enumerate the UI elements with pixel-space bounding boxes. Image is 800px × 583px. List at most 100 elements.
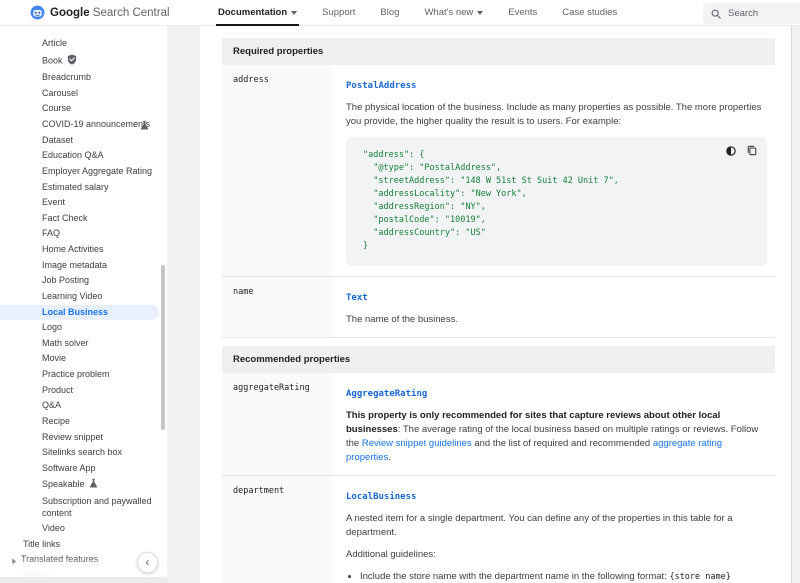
inline-link[interactable]: Review snippet guidelines (362, 438, 472, 449)
chevron-down-icon (477, 11, 483, 15)
sidebar-item-review-snippet[interactable]: Review snippet (0, 430, 167, 446)
content-gutter (167, 26, 200, 583)
guidelines-list: Include the store name with the departme… (360, 570, 761, 583)
sidebar-item-course[interactable]: Course (0, 101, 167, 117)
search-placeholder: Search (728, 8, 758, 19)
site-logo[interactable]: Google Search Central (0, 5, 170, 20)
sidebar-item-label: Course (42, 103, 71, 113)
property-name: name (222, 277, 333, 337)
sidebar-item-carousel[interactable]: Carousel (0, 86, 167, 102)
sidebar-item-event[interactable]: Event (0, 195, 167, 211)
sidebar-item-book[interactable]: Book (0, 52, 167, 71)
sidebar-item-movie[interactable]: Movie (0, 351, 167, 367)
nav-item-support[interactable]: Support (322, 0, 355, 25)
sidebar-item-practice-problem[interactable]: Practice problem (0, 367, 167, 383)
sidebar-item-label: Logo (42, 322, 62, 332)
sidebar-item-video[interactable]: Video (0, 521, 167, 537)
sidebar-item-label: Estimated salary (42, 182, 109, 192)
sidebar-item-faq[interactable]: FAQ (0, 226, 167, 242)
logo-product-text: Search Central (93, 7, 170, 19)
nav-item-documentation[interactable]: Documentation (218, 0, 297, 25)
description-paragraph: This property is only recommended for si… (346, 409, 761, 465)
property-description-cell: Text The name of the business. (333, 277, 775, 337)
code-sample[interactable]: "address": { "@type": "PostalAddress", "… (363, 149, 755, 253)
type-link[interactable]: Text (346, 293, 368, 303)
type-link[interactable]: AggregateRating (346, 389, 427, 399)
table-header: Recommended properties (222, 346, 775, 373)
sidebar-item-label: Math solver (42, 338, 89, 348)
sidebar-item-speakable[interactable]: Speakable (0, 476, 167, 494)
sidebar-item-image-metadata[interactable]: Image metadata (0, 258, 167, 274)
sidebar-item-learning-video[interactable]: Learning Video (0, 289, 167, 305)
chevron-down-icon (291, 11, 297, 15)
googlebot-logo-icon (30, 5, 45, 20)
sidebar-collapse-button[interactable]: ‹ (137, 552, 158, 573)
sidebar-item-fact-check[interactable]: Fact Check (0, 211, 167, 227)
sidebar-item-estimated-salary[interactable]: Estimated salary (0, 180, 167, 196)
search-icon (711, 9, 721, 19)
flask-icon (89, 478, 98, 492)
sidebar-item-title-links[interactable]: Title links (0, 537, 167, 553)
sidebar-item-employer-aggregate-rating[interactable]: Employer Aggregate Rating (0, 164, 167, 180)
description-paragraph: Additional guidelines: (346, 548, 761, 562)
sidebar-bottom-bar (0, 577, 167, 583)
nav-item-events[interactable]: Events (508, 0, 537, 25)
copy-code-icon[interactable] (747, 145, 757, 156)
sidebar-item-logo[interactable]: Logo (0, 320, 167, 336)
sidebar-item-label: Event (42, 197, 65, 207)
sidebar-item-sitelinks-search-box[interactable]: Sitelinks search box (0, 445, 167, 461)
search-input[interactable]: Search (703, 3, 800, 24)
property-description-cell: PostalAddress The physical location of t… (333, 65, 781, 276)
sidebar-item-math-solver[interactable]: Math solver (0, 336, 167, 352)
sidebar-item-label: Practice problem (42, 369, 110, 379)
top-header: Google Search Central Documentation Suppo… (0, 0, 800, 26)
sidebar-item-article[interactable]: Article (0, 36, 167, 52)
required-properties-table: Required properties address PostalAddres… (222, 38, 775, 338)
dark-mode-toggle-icon[interactable] (726, 146, 736, 156)
property-name: aggregateRating (222, 373, 333, 475)
sidebar-item-label: Local Business (42, 307, 108, 317)
site-title: Google Search Central (50, 7, 170, 19)
sidebar-item-breadcrumb[interactable]: Breadcrumb (0, 70, 167, 86)
text-segment: and the list of required and recommended (472, 438, 653, 449)
description-paragraph: A nested item for a single department. Y… (346, 512, 761, 540)
nav-item-what-s-new[interactable]: What's new (424, 0, 483, 25)
sidebar-item-label: Employer Aggregate Rating (42, 166, 152, 176)
sidebar-item-job-posting[interactable]: Job Posting (0, 273, 167, 289)
sidebar-scrollbar-thumb[interactable] (161, 265, 165, 430)
sidebar-item-local-business[interactable]: Local Business (0, 305, 159, 321)
code-toolbar (726, 145, 757, 156)
sidebar-item-label: COVID-19 announcements (42, 119, 150, 129)
main-scrollbar-track[interactable] (791, 26, 800, 583)
nav-item-label: What's new (424, 7, 473, 18)
table-row-address: address PostalAddress The physical locat… (222, 65, 775, 277)
sidebar-item-subscription-and-paywalled-content[interactable]: Subscription and paywalled content (0, 494, 167, 521)
sidebar-item-product[interactable]: Product (0, 383, 167, 399)
nav-item-label: Events (508, 7, 537, 18)
nav-item-blog[interactable]: Blog (380, 0, 399, 25)
sidebar-item-software-app[interactable]: Software App (0, 461, 167, 477)
table-row-department: department LocalBusiness A nested item f… (222, 476, 775, 583)
sidebar-item-q-a[interactable]: Q&A (0, 398, 167, 414)
chevron-left-icon: ‹ (146, 556, 150, 568)
sidebar-item-label: Breadcrumb (42, 72, 91, 82)
type-link[interactable]: PostalAddress (346, 81, 416, 91)
sidebar-item-covid-19-announcements[interactable]: COVID-19 announcements (0, 117, 167, 133)
sidebar-item-label: Article (42, 38, 67, 48)
type-link[interactable]: LocalBusiness (346, 492, 416, 502)
sidebar-item-label: Learning Video (42, 291, 102, 301)
sidebar-item-label: Recipe (42, 416, 70, 426)
sidebar-item-home-activities[interactable]: Home Activities (0, 242, 167, 258)
sidebar-item-dataset[interactable]: Dataset (0, 133, 167, 149)
table-row-aggregaterating: aggregateRating AggregateRating This pro… (222, 373, 775, 476)
flask-icon (140, 120, 149, 134)
text-segment: . (388, 452, 391, 463)
sidebar-item-recipe[interactable]: Recipe (0, 414, 167, 430)
sidebar-item-label: Image metadata (42, 260, 107, 270)
nav-item-case-studies[interactable]: Case studies (562, 0, 617, 25)
property-name: department (222, 476, 333, 583)
nav-item-label: Support (322, 7, 355, 18)
sidebar-item-education-q-a[interactable]: Education Q&A (0, 148, 167, 164)
sidebar: Article BookBreadcrumb CarouselCourse COVID… (0, 26, 167, 583)
description-paragraph: The name of the business. (346, 313, 761, 327)
